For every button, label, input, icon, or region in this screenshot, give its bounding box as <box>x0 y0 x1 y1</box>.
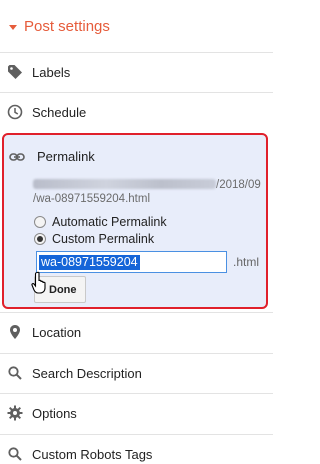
caret-down-icon <box>9 25 17 30</box>
automatic-permalink-option[interactable]: Automatic Permalink <box>34 215 167 229</box>
labels-row[interactable]: Labels <box>0 52 273 92</box>
permalink-title: Permalink <box>37 149 95 164</box>
custom-permalink-option[interactable]: Custom Permalink <box>34 232 154 246</box>
search-description-row[interactable]: Search Description <box>0 353 273 393</box>
permalink-suffix: .html <box>233 255 260 269</box>
automatic-permalink-radio[interactable] <box>34 216 46 228</box>
permalink-url-line1: /2018/09 <box>33 179 261 191</box>
schedule-row[interactable]: Schedule <box>0 92 273 132</box>
clock-icon <box>7 104 23 120</box>
automatic-permalink-label: Automatic Permalink <box>52 215 167 229</box>
search-icon <box>8 447 22 461</box>
custom-permalink-label: Custom Permalink <box>52 232 155 246</box>
options-row[interactable]: Options <box>0 393 273 433</box>
custom-permalink-input[interactable]: wa-08971559204 <box>36 251 227 273</box>
options-label: Options <box>32 406 77 421</box>
permalink-url-line2: /wa-08971559204.html <box>33 193 150 205</box>
done-button-label: Done <box>49 284 77 296</box>
redacted-url <box>33 179 216 189</box>
location-pin-icon <box>10 325 20 339</box>
post-settings-header[interactable]: Post settings <box>0 0 273 52</box>
search-icon <box>8 366 22 380</box>
post-settings-title: Post settings <box>24 18 110 35</box>
tag-icon <box>8 65 22 79</box>
permalink-panel: Permalink /2018/09 /wa-08971559204.html … <box>2 133 268 309</box>
search-description-label: Search Description <box>32 366 142 381</box>
link-icon <box>9 153 25 161</box>
selected-permalink-text: wa-08971559204 <box>39 255 140 270</box>
location-row[interactable]: Location <box>0 312 273 352</box>
location-label: Location <box>32 325 82 340</box>
gear-icon <box>7 405 23 421</box>
custom-permalink-radio[interactable] <box>34 233 46 245</box>
custom-robots-tags-row[interactable]: Custom Robots Tags <box>0 434 273 464</box>
custom-robots-tags-label: Custom Robots Tags <box>32 447 153 462</box>
hand-cursor-icon <box>31 271 46 294</box>
schedule-label: Schedule <box>32 105 87 120</box>
labels-label: Labels <box>32 65 71 80</box>
